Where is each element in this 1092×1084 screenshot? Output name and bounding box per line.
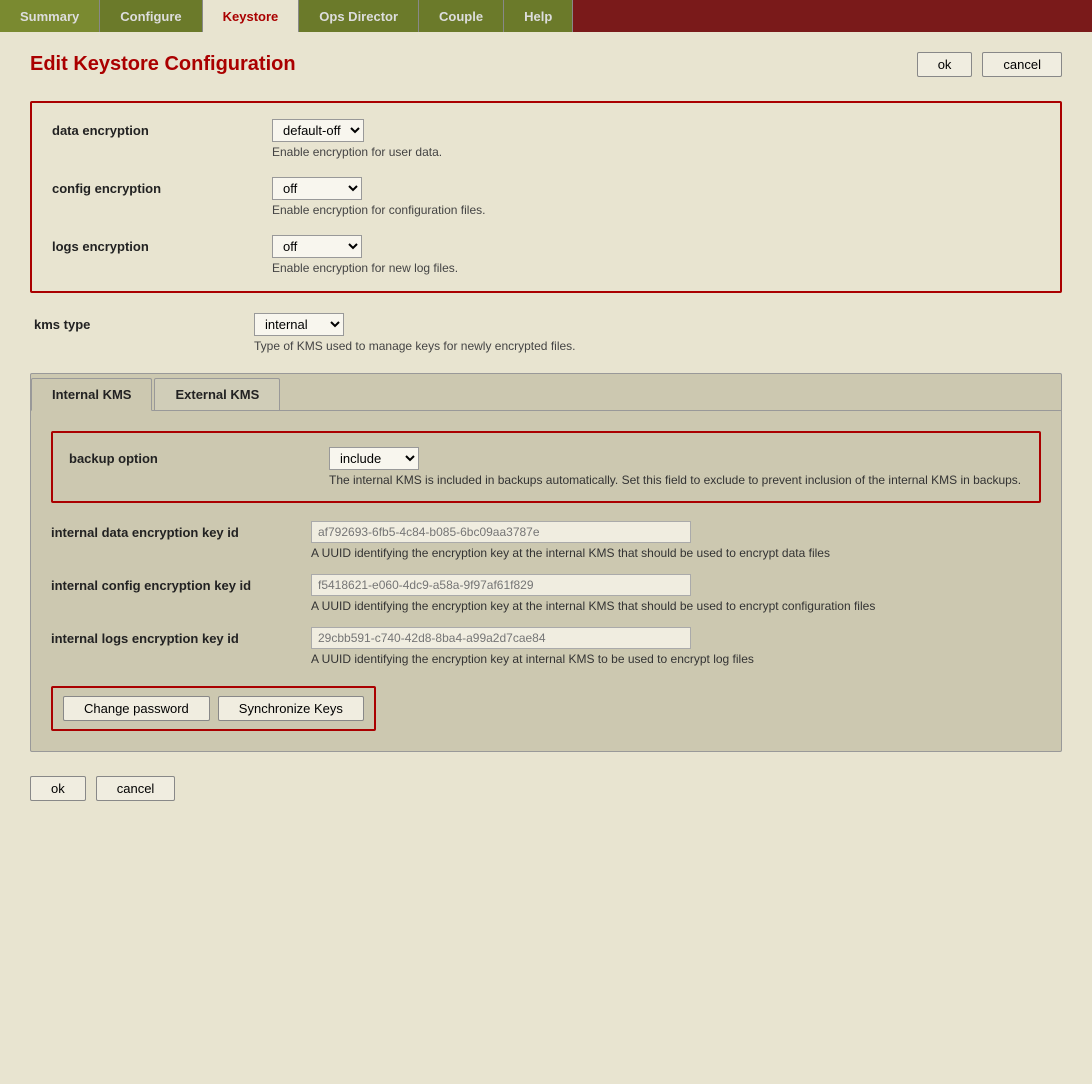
- change-password-button[interactable]: Change password: [63, 696, 210, 721]
- tab-summary[interactable]: Summary: [0, 0, 100, 32]
- tab-keystore[interactable]: Keystore: [203, 0, 300, 32]
- tab-internal-kms[interactable]: Internal KMS: [31, 378, 152, 411]
- tab-couple[interactable]: Couple: [419, 0, 504, 32]
- main-content: Edit Keystore Configuration ok cancel da…: [0, 32, 1092, 821]
- kms-type-select[interactable]: internal external: [254, 313, 344, 336]
- logs-encryption-row: logs encryption off on Enable encryption…: [52, 235, 1040, 275]
- ok-button-top[interactable]: ok: [917, 52, 973, 77]
- tab-ops-director[interactable]: Ops Director: [299, 0, 419, 32]
- config-key-control: A UUID identifying the encryption key at…: [311, 574, 1041, 613]
- logs-key-hint: A UUID identifying the encryption key at…: [311, 652, 1041, 666]
- config-encryption-control: off on Enable encryption for configurati…: [272, 177, 1040, 217]
- bottom-buttons: ok cancel: [30, 776, 1062, 801]
- backup-option-select[interactable]: include exclude: [329, 447, 419, 470]
- ok-button-bottom[interactable]: ok: [30, 776, 86, 801]
- config-encryption-select[interactable]: off on: [272, 177, 362, 200]
- data-key-hint: A UUID identifying the encryption key at…: [311, 546, 1041, 560]
- page-title: Edit Keystore Configuration: [30, 53, 296, 76]
- kms-tabs-header: Internal KMS External KMS: [31, 374, 1061, 411]
- backup-option-row: backup option include exclude The intern…: [69, 447, 1023, 487]
- config-encryption-label: config encryption: [52, 177, 272, 196]
- logs-encryption-hint: Enable encryption for new log files.: [272, 261, 1040, 275]
- logs-encryption-label: logs encryption: [52, 235, 272, 254]
- cancel-button-bottom[interactable]: cancel: [96, 776, 176, 801]
- data-key-label: internal data encryption key id: [51, 521, 311, 540]
- data-key-row: internal data encryption key id A UUID i…: [51, 521, 1041, 560]
- title-buttons: ok cancel: [917, 52, 1062, 77]
- logs-key-row: internal logs encryption key id A UUID i…: [51, 627, 1041, 666]
- page-title-row: Edit Keystore Configuration ok cancel: [30, 52, 1062, 77]
- data-encryption-control: default-off on off Enable encryption for…: [272, 119, 1040, 159]
- kms-type-hint: Type of KMS used to manage keys for newl…: [254, 339, 1058, 353]
- backup-option-hint: The internal KMS is included in backups …: [329, 473, 1023, 487]
- data-key-control: A UUID identifying the encryption key at…: [311, 521, 1041, 560]
- encryption-section: data encryption default-off on off Enabl…: [30, 101, 1062, 293]
- config-encryption-hint: Enable encryption for configuration file…: [272, 203, 1040, 217]
- cancel-button-top[interactable]: cancel: [982, 52, 1062, 77]
- config-key-label: internal config encryption key id: [51, 574, 311, 593]
- config-key-input[interactable]: [311, 574, 691, 596]
- tab-external-kms[interactable]: External KMS: [154, 378, 280, 410]
- internal-kms-tab-content: backup option include exclude The intern…: [31, 411, 1061, 751]
- data-key-input[interactable]: [311, 521, 691, 543]
- data-encryption-row: data encryption default-off on off Enabl…: [52, 119, 1040, 159]
- data-encryption-select[interactable]: default-off on off: [272, 119, 364, 142]
- top-navigation: Summary Configure Keystore Ops Director …: [0, 0, 1092, 32]
- kms-type-row: kms type internal external Type of KMS u…: [30, 313, 1062, 353]
- config-key-row: internal config encryption key id A UUID…: [51, 574, 1041, 613]
- backup-option-control: include exclude The internal KMS is incl…: [329, 447, 1023, 487]
- logs-encryption-select[interactable]: off on: [272, 235, 362, 258]
- tab-bottom-buttons: Change password Synchronize Keys: [51, 686, 376, 731]
- tab-configure[interactable]: Configure: [100, 0, 202, 32]
- backup-option-section: backup option include exclude The intern…: [51, 431, 1041, 503]
- config-key-hint: A UUID identifying the encryption key at…: [311, 599, 1041, 613]
- logs-key-label: internal logs encryption key id: [51, 627, 311, 646]
- kms-type-label: kms type: [34, 313, 254, 332]
- config-encryption-row: config encryption off on Enable encrypti…: [52, 177, 1040, 217]
- logs-key-input[interactable]: [311, 627, 691, 649]
- data-encryption-hint: Enable encryption for user data.: [272, 145, 1040, 159]
- backup-option-label: backup option: [69, 447, 329, 466]
- logs-key-control: A UUID identifying the encryption key at…: [311, 627, 1041, 666]
- tab-help[interactable]: Help: [504, 0, 573, 32]
- data-encryption-label: data encryption: [52, 119, 272, 138]
- logs-encryption-control: off on Enable encryption for new log fil…: [272, 235, 1040, 275]
- kms-type-control: internal external Type of KMS used to ma…: [254, 313, 1058, 353]
- kms-tabs-container: Internal KMS External KMS backup option …: [30, 373, 1062, 752]
- synchronize-keys-button[interactable]: Synchronize Keys: [218, 696, 364, 721]
